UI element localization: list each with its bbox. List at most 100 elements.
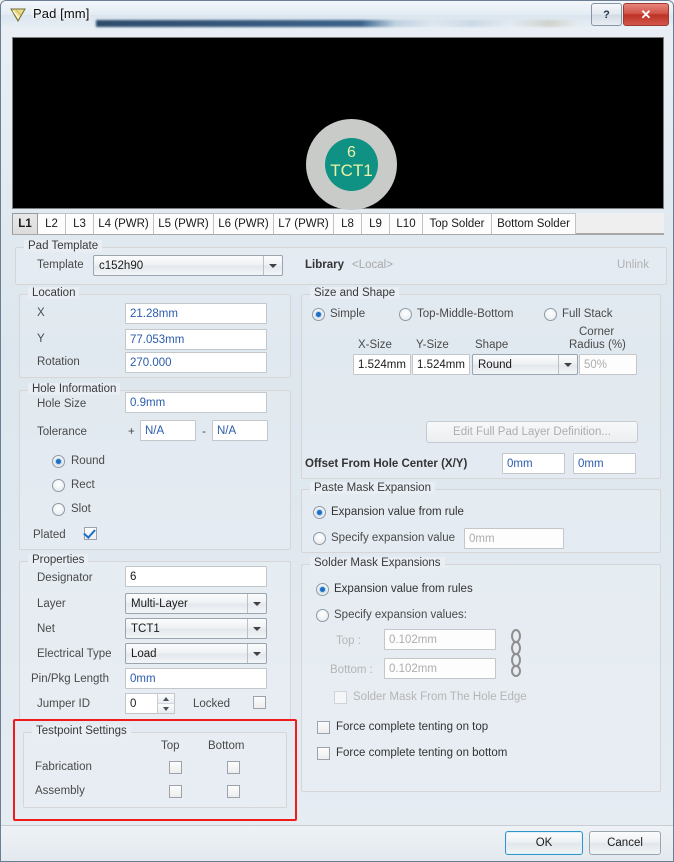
- offset-x-input[interactable]: 0mm: [502, 453, 565, 474]
- layer-tab-bottom-solder[interactable]: Bottom Solder: [492, 213, 576, 234]
- hole-shape-radio-round[interactable]: [52, 455, 65, 468]
- plated-checkbox[interactable]: [84, 527, 97, 540]
- solder-mask-bottom-input[interactable]: 0.102mm: [384, 658, 496, 679]
- solder-mask-label-specify: Specify expansion values:: [334, 609, 467, 621]
- size-mode-radio-fullstack[interactable]: [544, 308, 557, 321]
- footer-bar: OK Cancel: [1, 826, 673, 861]
- size-mode-radio-simple[interactable]: [312, 308, 325, 321]
- layer-tab-l8[interactable]: L8: [334, 213, 362, 234]
- paste-mask-radio-specify[interactable]: [313, 532, 326, 545]
- solder-mask-radio-specify[interactable]: [316, 609, 329, 622]
- paste-mask-specify-input[interactable]: 0mm: [464, 528, 564, 549]
- jumper-id-stepper[interactable]: 0: [125, 693, 175, 714]
- jumper-id-spin-buttons[interactable]: [157, 694, 174, 713]
- designator-input[interactable]: 6: [125, 566, 267, 587]
- net-value: TCT1: [131, 622, 160, 635]
- tolerance-plus-input[interactable]: N/A: [140, 420, 196, 441]
- pin-pkg-length-input[interactable]: 0mm: [125, 668, 267, 689]
- layer-combo[interactable]: Multi-Layer: [125, 593, 267, 614]
- force-tenting-top-checkbox[interactable]: [317, 721, 330, 734]
- spin-up-icon[interactable]: [158, 694, 174, 704]
- corner-radius-input[interactable]: 50%: [579, 354, 637, 375]
- locked-checkbox[interactable]: [253, 696, 266, 709]
- tolerance-minus-input[interactable]: N/A: [212, 420, 268, 441]
- net-combo[interactable]: TCT1: [125, 618, 267, 639]
- paste-mask-radio-from-rule[interactable]: [313, 506, 326, 519]
- testpoint-settings-group-title: Testpoint Settings: [32, 725, 131, 737]
- solder-mask-radio-from-rules[interactable]: [316, 583, 329, 596]
- y-size-input[interactable]: 1.524mm: [412, 354, 470, 375]
- size-mode-label-fullstack: Full Stack: [562, 308, 613, 320]
- fabrication-bottom-checkbox[interactable]: [227, 761, 240, 774]
- hole-shape-label-rect: Rect: [71, 479, 95, 491]
- hole-shape-radio-rect[interactable]: [52, 479, 65, 492]
- library-label: Library: [305, 259, 344, 271]
- layer-tab-top-solder[interactable]: Top Solder: [423, 213, 492, 234]
- size-and-shape-group: Size and Shape: [301, 287, 661, 479]
- spin-down-icon[interactable]: [158, 704, 174, 713]
- plated-label: Plated: [33, 529, 66, 541]
- size-mode-radio-tmb[interactable]: [399, 308, 412, 321]
- layer-tab-l7-pwr[interactable]: L7 (PWR): [274, 213, 334, 234]
- chevron-down-icon[interactable]: [558, 355, 577, 374]
- template-combo[interactable]: c152h90: [93, 255, 283, 276]
- solder-mask-label-from-rules: Expansion value from rules: [334, 583, 473, 595]
- x-size-input[interactable]: 1.524mm: [353, 354, 411, 375]
- rotation-input[interactable]: 270.000: [125, 352, 267, 373]
- unlink-button[interactable]: Unlink: [617, 259, 649, 271]
- hole-size-label: Hole Size: [37, 398, 87, 410]
- layer-tab-l6-pwr[interactable]: L6 (PWR): [214, 213, 274, 234]
- fabrication-top-checkbox[interactable]: [169, 761, 182, 774]
- chevron-down-icon[interactable]: [247, 644, 266, 663]
- close-icon[interactable]: ✕: [623, 3, 669, 26]
- electrical-type-label: Electrical Type: [37, 648, 112, 660]
- ok-button[interactable]: OK: [505, 831, 583, 855]
- window-buttons: ? ✕: [590, 3, 669, 26]
- corner-radius-label-line2: Radius (%): [569, 339, 626, 351]
- hole-size-input[interactable]: 0.9mm: [125, 392, 267, 413]
- chevron-down-icon[interactable]: [247, 594, 266, 613]
- paste-mask-expansion-group-title: Paste Mask Expansion: [310, 482, 435, 494]
- tolerance-plus-sign: +: [128, 426, 135, 438]
- offset-y-input[interactable]: 0mm: [573, 453, 636, 474]
- edit-full-pad-layer-definition-button[interactable]: Edit Full Pad Layer Definition...: [426, 421, 638, 443]
- assembly-label: Assembly: [35, 785, 85, 797]
- layer-tab-l2[interactable]: L2: [38, 213, 66, 234]
- chain-link-icon[interactable]: [508, 629, 524, 677]
- designator-label: Designator: [37, 572, 93, 584]
- layer-tab-l3[interactable]: L3: [66, 213, 94, 234]
- y-input[interactable]: 77.053mm: [125, 329, 267, 350]
- help-button[interactable]: ?: [591, 3, 622, 26]
- hole-information-group: Hole Information: [19, 383, 291, 550]
- layer-tab-l4-pwr[interactable]: L4 (PWR): [94, 213, 154, 234]
- layer-tab-bar[interactable]: L1 L2 L3 L4 (PWR) L5 (PWR) L6 (PWR) L7 (PWR) L8…: [12, 213, 664, 235]
- pad-preview[interactable]: 6 TCT1: [12, 37, 664, 210]
- net-label: Net: [37, 623, 55, 635]
- solder-mask-top-input[interactable]: 0.102mm: [384, 629, 496, 650]
- layer-tab-l10[interactable]: L10: [390, 213, 423, 234]
- chevron-down-icon[interactable]: [263, 256, 282, 275]
- library-value: <Local>: [352, 259, 393, 271]
- preview-net: TCT1: [330, 161, 373, 180]
- hole-information-group-title: Hole Information: [28, 383, 121, 395]
- solder-mask-from-hole-edge-checkbox[interactable]: [334, 691, 347, 704]
- electrical-type-combo[interactable]: Load: [125, 643, 267, 664]
- locked-label: Locked: [193, 698, 231, 710]
- layer-tab-l1[interactable]: L1: [12, 213, 38, 234]
- chevron-down-icon[interactable]: [247, 619, 266, 638]
- assembly-bottom-checkbox[interactable]: [227, 785, 240, 798]
- cancel-button[interactable]: Cancel: [589, 831, 661, 855]
- layer-tab-l5-pwr[interactable]: L5 (PWR): [154, 213, 214, 234]
- paste-mask-label-from-rule: Expansion value from rule: [331, 506, 464, 518]
- title-bar-decoration: [96, 20, 578, 27]
- hole-shape-label-slot: Slot: [71, 503, 91, 515]
- layer-label: Layer: [37, 598, 66, 610]
- tolerance-minus-sign: -: [202, 426, 206, 438]
- layer-tab-l9[interactable]: L9: [362, 213, 390, 234]
- shape-combo[interactable]: Round: [472, 354, 578, 375]
- assembly-top-checkbox[interactable]: [169, 785, 182, 798]
- hole-shape-radio-slot[interactable]: [52, 503, 65, 516]
- force-tenting-bottom-checkbox[interactable]: [317, 747, 330, 760]
- solder-mask-expansions-group-title: Solder Mask Expansions: [310, 557, 445, 569]
- x-input[interactable]: 21.28mm: [125, 303, 267, 324]
